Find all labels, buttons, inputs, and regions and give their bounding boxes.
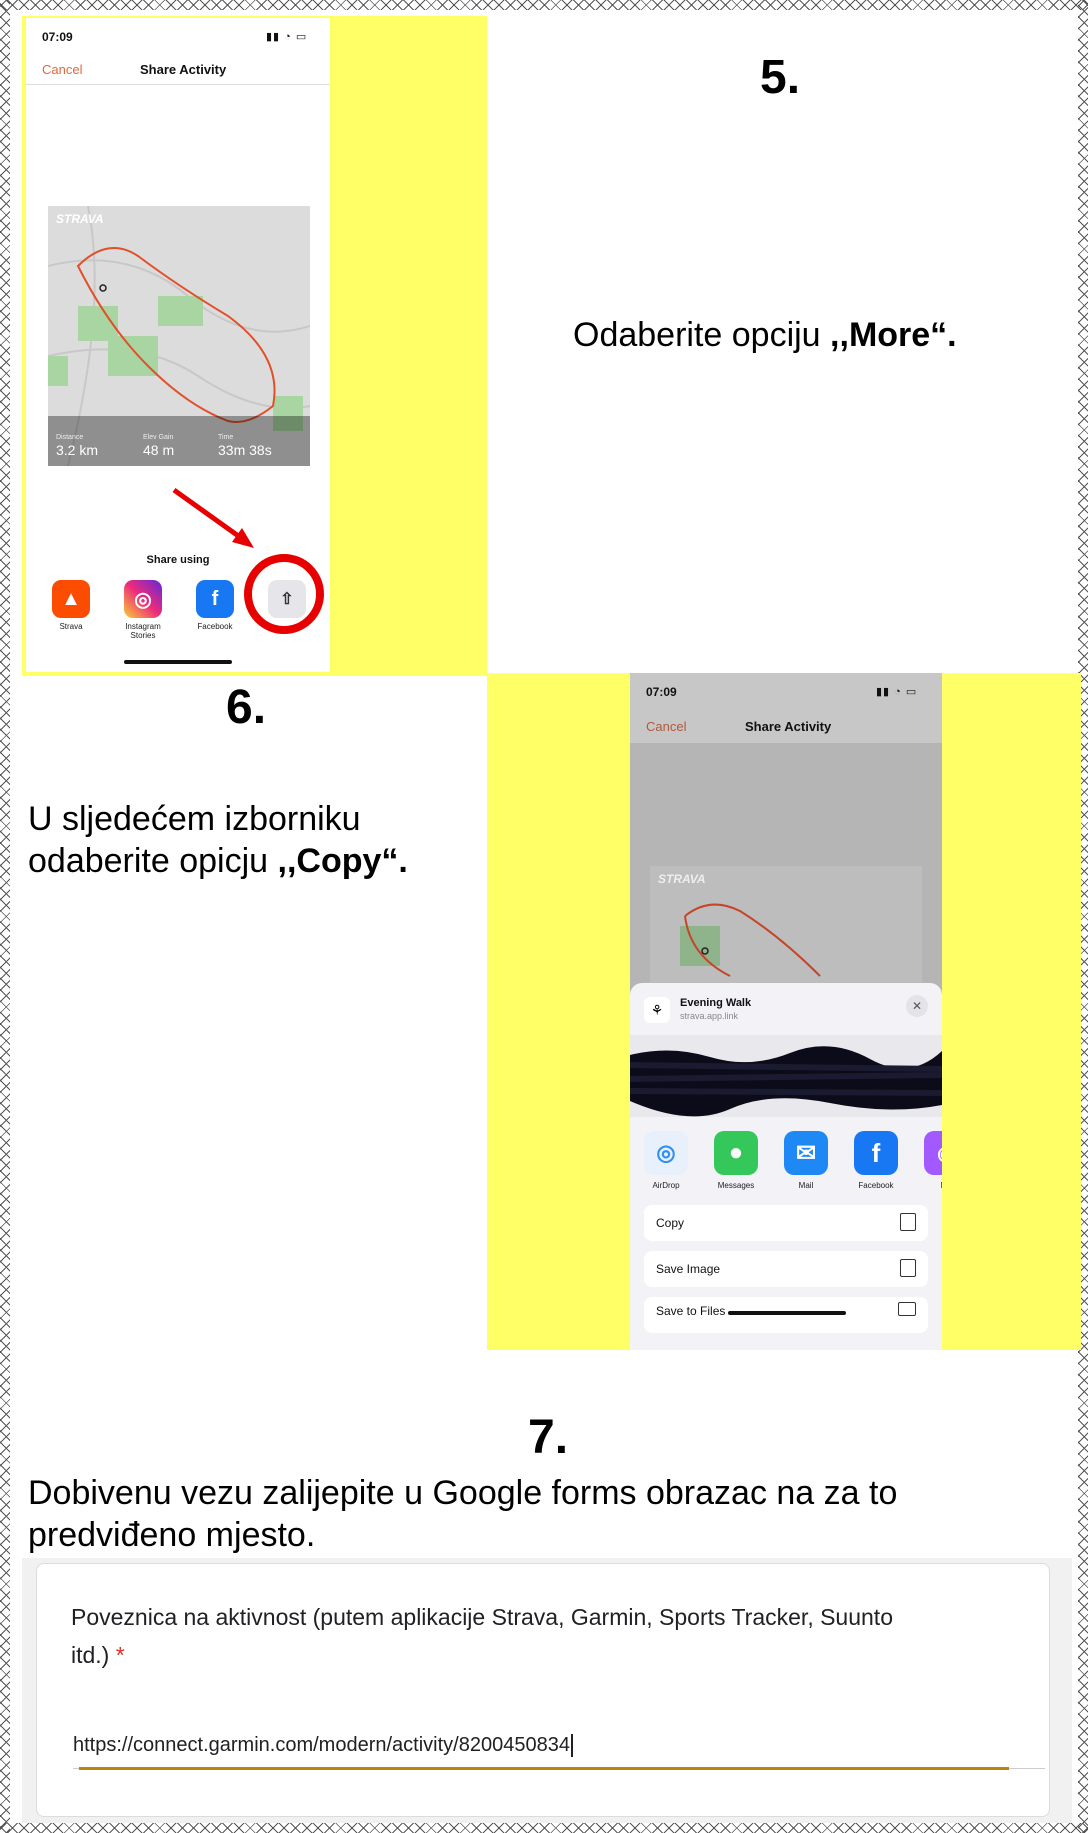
copy-label: Copy (656, 1216, 685, 1230)
messages-label: Messages (717, 1181, 755, 1190)
redacted-contacts (630, 1035, 942, 1117)
step6-instruction-text: odaberite opicju (28, 842, 278, 880)
strava-logo: STRAVA (658, 872, 706, 886)
highlight-annotation (172, 487, 324, 634)
step6-instruction-line2: odaberite opicju ,,Copy“. (28, 840, 408, 882)
page-border-left (0, 0, 10, 1833)
step5-instruction-text: Odaberite opciju (573, 316, 831, 354)
step7-instruction-line2: predviđeno mjesto. (28, 1516, 316, 1554)
stat-label-elev: Elev Gain (143, 434, 174, 441)
save-to-files-action[interactable]: Save to Files (644, 1297, 928, 1333)
form-question-line2: itd.) * (71, 1636, 1031, 1674)
step7-number: 7. (528, 1411, 569, 1464)
form-question-line1: Poveznica na aktivnost (putem aplikacije… (71, 1604, 893, 1630)
status-icons: ▮▮ ◔ ▭ (266, 31, 308, 43)
strava-logo: STRAVA (56, 212, 104, 226)
step5-number: 5. (760, 51, 801, 104)
strava-share-label: Strava (59, 622, 83, 631)
link-title: Evening Walk (680, 997, 752, 1009)
activity-map-card: STRAVA Distance 3.2 km Elev Gain 48 m Ti… (48, 206, 310, 466)
step6-number: 6. (226, 681, 267, 734)
messenger-label: Me (916, 1181, 942, 1190)
home-indicator (728, 1311, 846, 1315)
step5-instruction-bold: ,,More“. (830, 316, 957, 354)
link-preview-icon: ⚘ (644, 997, 670, 1023)
step5-instruction: Odaberite opciju ,,More“. (573, 314, 957, 356)
airdrop-icon[interactable]: ◎ (644, 1131, 688, 1175)
nav-title: Share Activity (745, 719, 832, 734)
map-graphic (48, 206, 310, 466)
stat-value-elev: 48 m (143, 442, 175, 458)
input-focus-underline (79, 1767, 1009, 1770)
nav-title: Share Activity (140, 62, 227, 77)
phone-screenshot-share-sheet: 07:09 ▮▮ ◔ ▭ Cancel Share Activity STRAV… (630, 673, 942, 1350)
link-url: strava.app.link (680, 1011, 739, 1021)
status-icons: ▮▮ ◔ ▭ (876, 686, 918, 698)
form-question-text: Poveznica na aktivnost (putem aplikacije… (71, 1598, 1031, 1674)
airdrop-label: AirDrop (652, 1181, 680, 1190)
mail-icon[interactable]: ✉ (784, 1131, 828, 1175)
step7-instruction: Dobivenu vezu zalijepite u Google forms … (28, 1472, 897, 1556)
home-indicator (124, 660, 232, 664)
messenger-icon[interactable]: ◉ (924, 1131, 942, 1175)
instagram-share-label: Instagram Stories (125, 622, 161, 640)
status-time: 07:09 (42, 30, 73, 44)
strava-share-icon[interactable]: ▲ (52, 580, 90, 618)
page-border-top (0, 0, 1088, 10)
stat-label-time: Time (218, 434, 234, 441)
step6-instruction-line1: U sljedećem izborniku (28, 800, 361, 838)
page-border-bottom (0, 1823, 1088, 1833)
save-image-action[interactable]: Save Image (644, 1251, 928, 1287)
save-image-icon (900, 1259, 916, 1277)
status-time: 07:09 (646, 685, 677, 699)
activity-link-input[interactable]: https://connect.garmin.com/modern/activi… (73, 1734, 573, 1757)
instagram-share-icon[interactable]: ◎ (124, 580, 162, 618)
facebook-icon[interactable]: f (854, 1131, 898, 1175)
cancel-button[interactable]: Cancel (42, 62, 82, 77)
copy-icon (900, 1213, 916, 1231)
google-form-question-card: Poveznica na aktivnost (putem aplikacije… (36, 1563, 1050, 1817)
form-question-line2-text: itd.) (71, 1642, 110, 1668)
save-image-label: Save Image (656, 1262, 721, 1276)
messages-icon[interactable]: ● (714, 1131, 758, 1175)
stat-label-distance: Distance (56, 434, 84, 441)
activity-map-card: STRAVA (650, 866, 922, 996)
required-asterisk: * (115, 1642, 125, 1668)
cancel-button[interactable]: Cancel (646, 719, 686, 734)
step6-instruction: U sljedećem izborniku odaberite opicju ,… (28, 798, 408, 882)
step7-instruction-line1: Dobivenu vezu zalijepite u Google forms … (28, 1474, 898, 1512)
save-to-files-label: Save to Files (656, 1304, 726, 1318)
step6-instruction-bold: ,,Copy“. (277, 842, 408, 880)
folder-icon (898, 1302, 916, 1316)
mail-label: Mail (798, 1181, 814, 1190)
close-icon[interactable]: ✕ (906, 995, 928, 1017)
nav-divider (26, 84, 330, 85)
stat-value-time: 33m 38s (218, 442, 272, 458)
facebook-label: Facebook (858, 1181, 894, 1190)
share-sheet: ⚘ Evening Walk strava.app.link ✕ ◎ AirDr… (630, 983, 942, 1350)
copy-action[interactable]: Copy (644, 1205, 928, 1241)
stat-value-distance: 3.2 km (56, 442, 99, 458)
